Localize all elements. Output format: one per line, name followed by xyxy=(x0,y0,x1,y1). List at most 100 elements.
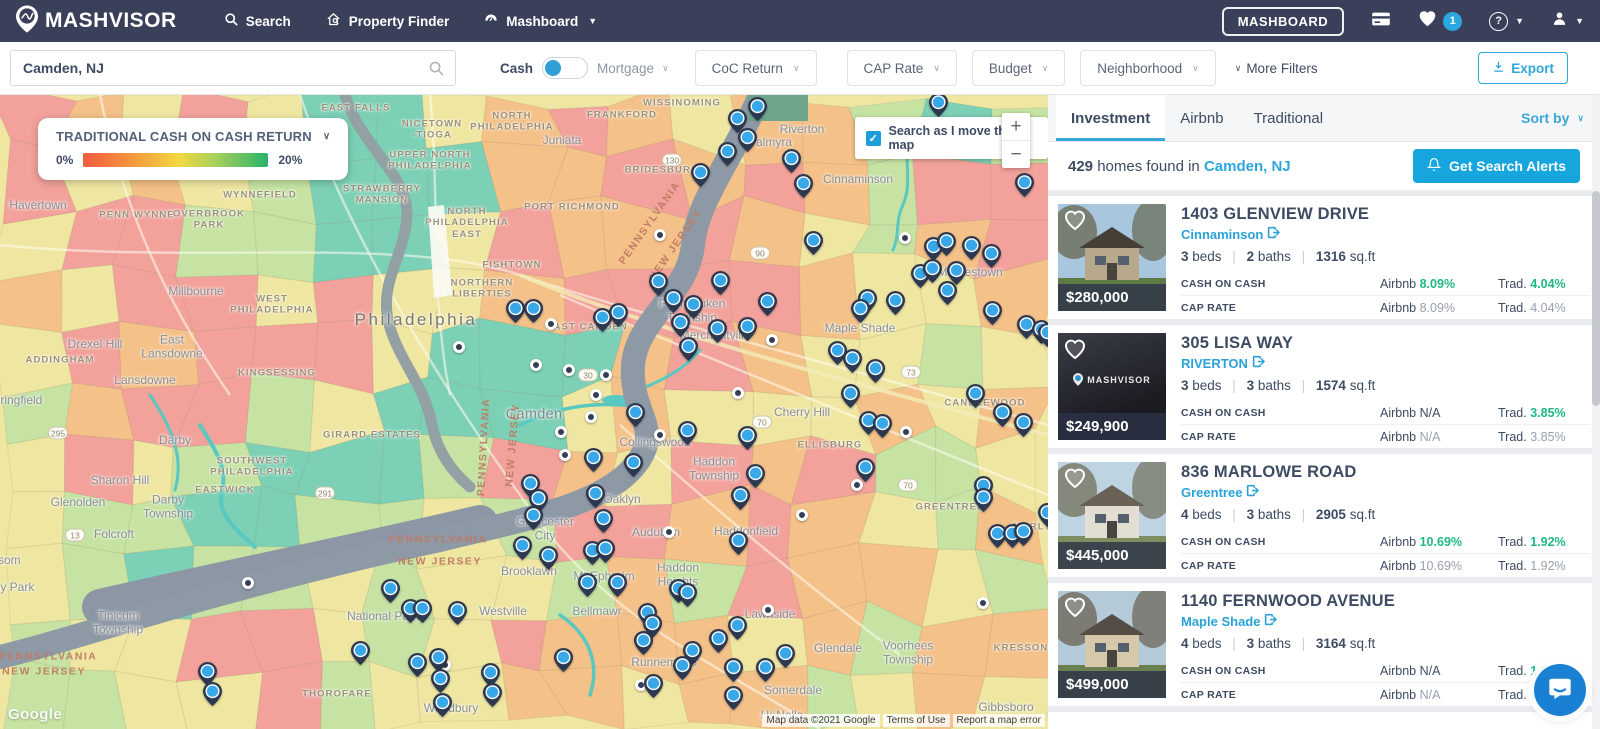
map-pin[interactable] xyxy=(928,95,948,117)
listing-photo[interactable]: $445,000 xyxy=(1058,462,1166,569)
map-pin[interactable] xyxy=(407,653,427,677)
map-pin[interactable] xyxy=(728,531,748,555)
listing-card[interactable]: $445,000 836 MARLOWE ROAD Greentree 4 be… xyxy=(1048,454,1600,577)
map-pin[interactable] xyxy=(595,539,615,563)
mashvisor-logo[interactable]: MASHVISOR xyxy=(16,4,177,38)
map-pin[interactable] xyxy=(623,453,643,477)
filter-cap-rate[interactable]: CAP Rate ∨ xyxy=(846,50,957,86)
nav-search[interactable]: Search xyxy=(224,12,291,30)
listing-photo[interactable]: $280,000 xyxy=(1058,204,1166,311)
map-pin[interactable] xyxy=(538,546,558,570)
mortgage-label[interactable]: Mortgage ∨ xyxy=(597,61,669,76)
map-pin[interactable] xyxy=(961,236,981,260)
mashboard-button[interactable]: MASHBOARD xyxy=(1221,6,1345,36)
map-pin[interactable] xyxy=(937,281,957,305)
map-pin[interactable] xyxy=(380,579,400,603)
favorite-heart-icon[interactable] xyxy=(1063,338,1087,365)
map-pin[interactable] xyxy=(1037,503,1048,527)
map-pin[interactable] xyxy=(992,403,1012,427)
map-pin[interactable] xyxy=(553,648,573,672)
map-pin[interactable] xyxy=(717,142,737,166)
map-pin[interactable] xyxy=(678,337,698,361)
listing-photo[interactable]: $499,000 xyxy=(1058,591,1166,698)
map-pin[interactable] xyxy=(737,128,757,152)
help-menu[interactable]: ? ▼ xyxy=(1489,11,1524,31)
zoom-in-button[interactable]: + xyxy=(1002,113,1030,140)
heatmap-map[interactable]: Havertown Millbourne Drexel Hill East Lansd… xyxy=(0,95,1048,729)
filter-budget[interactable]: Budget ∨ xyxy=(971,50,1066,86)
map-pin[interactable] xyxy=(593,509,613,533)
map-pin[interactable] xyxy=(677,421,697,445)
more-filters-button[interactable]: ∨ More Filters xyxy=(1232,61,1318,76)
favorite-heart-icon[interactable] xyxy=(1063,209,1087,236)
tab-traditional[interactable]: Traditional xyxy=(1239,95,1338,141)
map-pin[interactable] xyxy=(447,601,467,625)
map-pin[interactable] xyxy=(723,686,743,710)
map-pin[interactable] xyxy=(608,303,628,327)
listing-photo[interactable]: MASHVISOR $249,900 xyxy=(1058,333,1166,440)
listing-neighborhood-link[interactable]: Maple Shade xyxy=(1181,613,1590,629)
account-menu[interactable]: ▼ xyxy=(1551,10,1584,32)
map-pin[interactable] xyxy=(432,693,452,717)
map-pin[interactable] xyxy=(672,656,692,680)
nav-property-finder[interactable]: Property Finder xyxy=(325,12,449,30)
export-button[interactable]: Export xyxy=(1478,52,1568,84)
tab-investment[interactable]: Investment xyxy=(1056,95,1166,141)
panel-scrollbar[interactable] xyxy=(1592,95,1600,729)
listing-neighborhood-link[interactable]: RIVERTON xyxy=(1181,355,1590,371)
map-pin[interactable] xyxy=(747,97,767,121)
report-map-error-link[interactable]: Report a map error xyxy=(952,714,1045,727)
listing-neighborhood-link[interactable]: Cinnaminson xyxy=(1181,226,1590,242)
map-pin[interactable] xyxy=(523,506,543,530)
map-pin[interactable] xyxy=(1013,413,1033,437)
map-pin[interactable] xyxy=(775,644,795,668)
listing-address[interactable]: 836 MARLOWE ROAD xyxy=(1181,463,1590,482)
map-pin[interactable] xyxy=(973,488,993,512)
map-pin[interactable] xyxy=(745,464,765,488)
favorite-heart-icon[interactable] xyxy=(1063,467,1087,494)
listing-address[interactable]: 1140 FERNWOOD AVENUE xyxy=(1181,592,1590,611)
listing-address[interactable]: 1403 GLENVIEW DRIVE xyxy=(1181,205,1590,224)
map-pin[interactable] xyxy=(850,299,870,323)
map-pin[interactable] xyxy=(625,403,645,427)
filter-coc-return[interactable]: CoC Return ∨ xyxy=(694,50,817,86)
map-pin[interactable] xyxy=(1014,173,1034,197)
map-pin[interactable] xyxy=(505,299,525,323)
map-pin[interactable] xyxy=(723,658,743,682)
listing-card[interactable]: MASHVISOR $249,900 305 LISA WAY RIVERTON… xyxy=(1048,325,1600,448)
search-icon[interactable] xyxy=(418,60,455,77)
map-pin[interactable] xyxy=(710,271,730,295)
map-pin[interactable] xyxy=(430,669,450,693)
map-pin[interactable] xyxy=(781,149,801,173)
scrollbar-thumb[interactable] xyxy=(1592,191,1600,406)
map-pin[interactable] xyxy=(727,616,747,640)
map-pin[interactable] xyxy=(737,426,757,450)
billing-button[interactable] xyxy=(1371,11,1391,32)
listing-card[interactable]: $280,000 1403 GLENVIEW DRIVE Cinnaminson… xyxy=(1048,196,1600,319)
map-pin[interactable] xyxy=(855,458,875,482)
location-search-input[interactable] xyxy=(11,60,418,76)
map-pin[interactable] xyxy=(577,573,597,597)
map-pin[interactable] xyxy=(965,384,985,408)
map-pin[interactable] xyxy=(482,683,502,707)
chat-widget-button[interactable] xyxy=(1534,664,1586,716)
get-search-alerts-button[interactable]: Get Search Alerts xyxy=(1413,149,1580,183)
map-pin[interactable] xyxy=(643,674,663,698)
map-pin[interactable] xyxy=(670,313,690,337)
favorites-button[interactable]: 1 xyxy=(1418,10,1463,32)
map-pin[interactable] xyxy=(512,536,532,560)
map-pin[interactable] xyxy=(922,259,942,283)
tab-airbnb[interactable]: Airbnb xyxy=(1165,95,1238,141)
zoom-out-button[interactable]: − xyxy=(1002,140,1030,168)
listing-address[interactable]: 305 LISA WAY xyxy=(1181,334,1590,353)
map-pin[interactable] xyxy=(607,573,627,597)
map-pin[interactable] xyxy=(412,599,432,623)
map-pin[interactable] xyxy=(865,359,885,383)
search-as-move-checkbox[interactable]: ✓ xyxy=(866,130,881,146)
map-pin[interactable] xyxy=(708,629,728,653)
map-pin[interactable] xyxy=(885,291,905,315)
favorite-heart-icon[interactable] xyxy=(1063,596,1087,623)
listing-neighborhood-link[interactable]: Greentree xyxy=(1181,484,1590,500)
map-pin[interactable] xyxy=(803,231,823,255)
results-location-link[interactable]: Camden, NJ xyxy=(1204,158,1291,175)
